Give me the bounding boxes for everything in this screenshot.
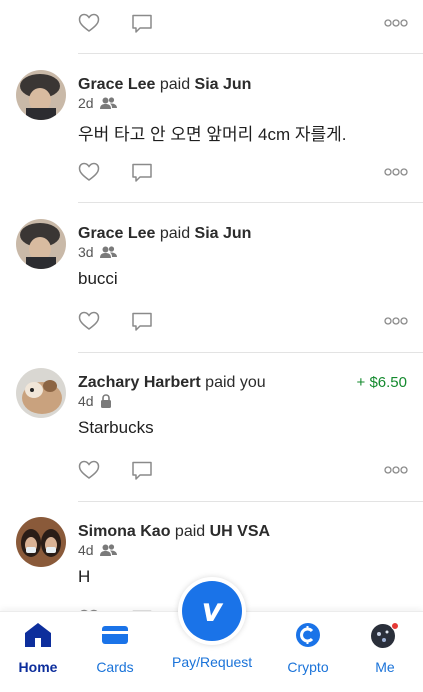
verb: paid	[205, 374, 236, 391]
transaction-meta: 3d	[78, 244, 117, 260]
divider	[78, 202, 423, 203]
more-icon[interactable]	[384, 168, 408, 176]
transaction-title: Grace Lee paid Sia Jun	[78, 76, 251, 94]
timestamp: 2d	[78, 95, 94, 111]
action-row	[78, 13, 408, 37]
tab-crypto[interactable]: Crypto	[268, 622, 348, 675]
heart-icon[interactable]	[78, 162, 100, 182]
payee-name[interactable]: Sia Jun	[195, 225, 252, 242]
divider	[78, 352, 423, 353]
transaction-title: Zachary Harbert paid you	[78, 374, 266, 392]
more-icon[interactable]	[384, 466, 408, 474]
divider	[78, 53, 423, 54]
venmo-logo-icon: v	[182, 581, 242, 641]
action-row	[78, 311, 408, 335]
feed[interactable]: Grace Lee paid Sia Jun 2d 우버 타고 안 오면 앞머리…	[0, 0, 423, 612]
payer-name[interactable]: Simona Kao	[78, 523, 170, 540]
payment-note: Starbucks	[78, 418, 154, 437]
verb: paid	[159, 76, 191, 93]
avatar[interactable]	[16, 368, 66, 418]
tab-cards-label: Cards	[96, 659, 134, 675]
friends-icon	[99, 97, 117, 109]
payment-note: bucci	[78, 269, 118, 288]
comment-icon[interactable]	[131, 311, 153, 333]
payer-name[interactable]: Zachary Harbert	[78, 374, 201, 391]
action-row	[78, 162, 408, 186]
transaction-meta: 4d	[78, 542, 117, 558]
avatar[interactable]	[16, 70, 66, 120]
friends-icon	[99, 544, 117, 556]
payee-name[interactable]: UH VSA	[210, 523, 270, 540]
transaction-title: Grace Lee paid Sia Jun	[78, 225, 251, 243]
more-icon[interactable]	[384, 19, 408, 27]
payee-name[interactable]: Sia Jun	[195, 76, 252, 93]
friends-icon	[99, 246, 117, 258]
comment-icon[interactable]	[131, 162, 153, 184]
payee-name: you	[239, 374, 266, 391]
divider	[78, 501, 423, 502]
heart-icon[interactable]	[78, 311, 100, 331]
home-icon	[25, 623, 51, 647]
comment-icon[interactable]	[131, 460, 153, 482]
lock-icon	[100, 394, 111, 408]
tab-crypto-label: Crypto	[287, 659, 329, 675]
transaction-meta: 2d	[78, 95, 117, 111]
payment-amount: + $6.50	[356, 374, 407, 391]
verb: paid	[159, 225, 191, 242]
action-row	[78, 460, 408, 484]
comment-icon[interactable]	[131, 13, 153, 35]
tab-home[interactable]: Home	[0, 622, 78, 675]
crypto-icon	[296, 623, 320, 647]
transaction-meta: 4d	[78, 393, 112, 409]
tab-pay-request-label: Pay/Request	[172, 654, 253, 670]
timestamp: 4d	[78, 542, 94, 558]
timestamp: 4d	[78, 393, 94, 409]
tab-home-label: Home	[18, 659, 58, 675]
avatar[interactable]	[16, 517, 66, 567]
heart-icon[interactable]	[78, 13, 100, 33]
transaction-title: Simona Kao paid UH VSA	[78, 523, 270, 541]
payer-name[interactable]: Grace Lee	[78, 225, 155, 242]
payer-name[interactable]: Grace Lee	[78, 76, 155, 93]
profile-avatar-icon	[371, 622, 399, 648]
avatar[interactable]	[16, 219, 66, 269]
tab-cards[interactable]: Cards	[75, 622, 155, 675]
card-icon	[102, 626, 128, 644]
more-icon[interactable]	[384, 317, 408, 325]
tab-me[interactable]: Me	[345, 622, 423, 675]
verb: paid	[174, 523, 206, 540]
timestamp: 3d	[78, 244, 94, 260]
payment-note: 우버 타고 안 오면 앞머리 4cm 자를게.	[78, 125, 347, 144]
heart-icon[interactable]	[78, 460, 100, 480]
pay-request-button[interactable]: v	[178, 577, 246, 645]
tab-me-label: Me	[375, 659, 395, 675]
payment-note: H	[78, 567, 91, 586]
